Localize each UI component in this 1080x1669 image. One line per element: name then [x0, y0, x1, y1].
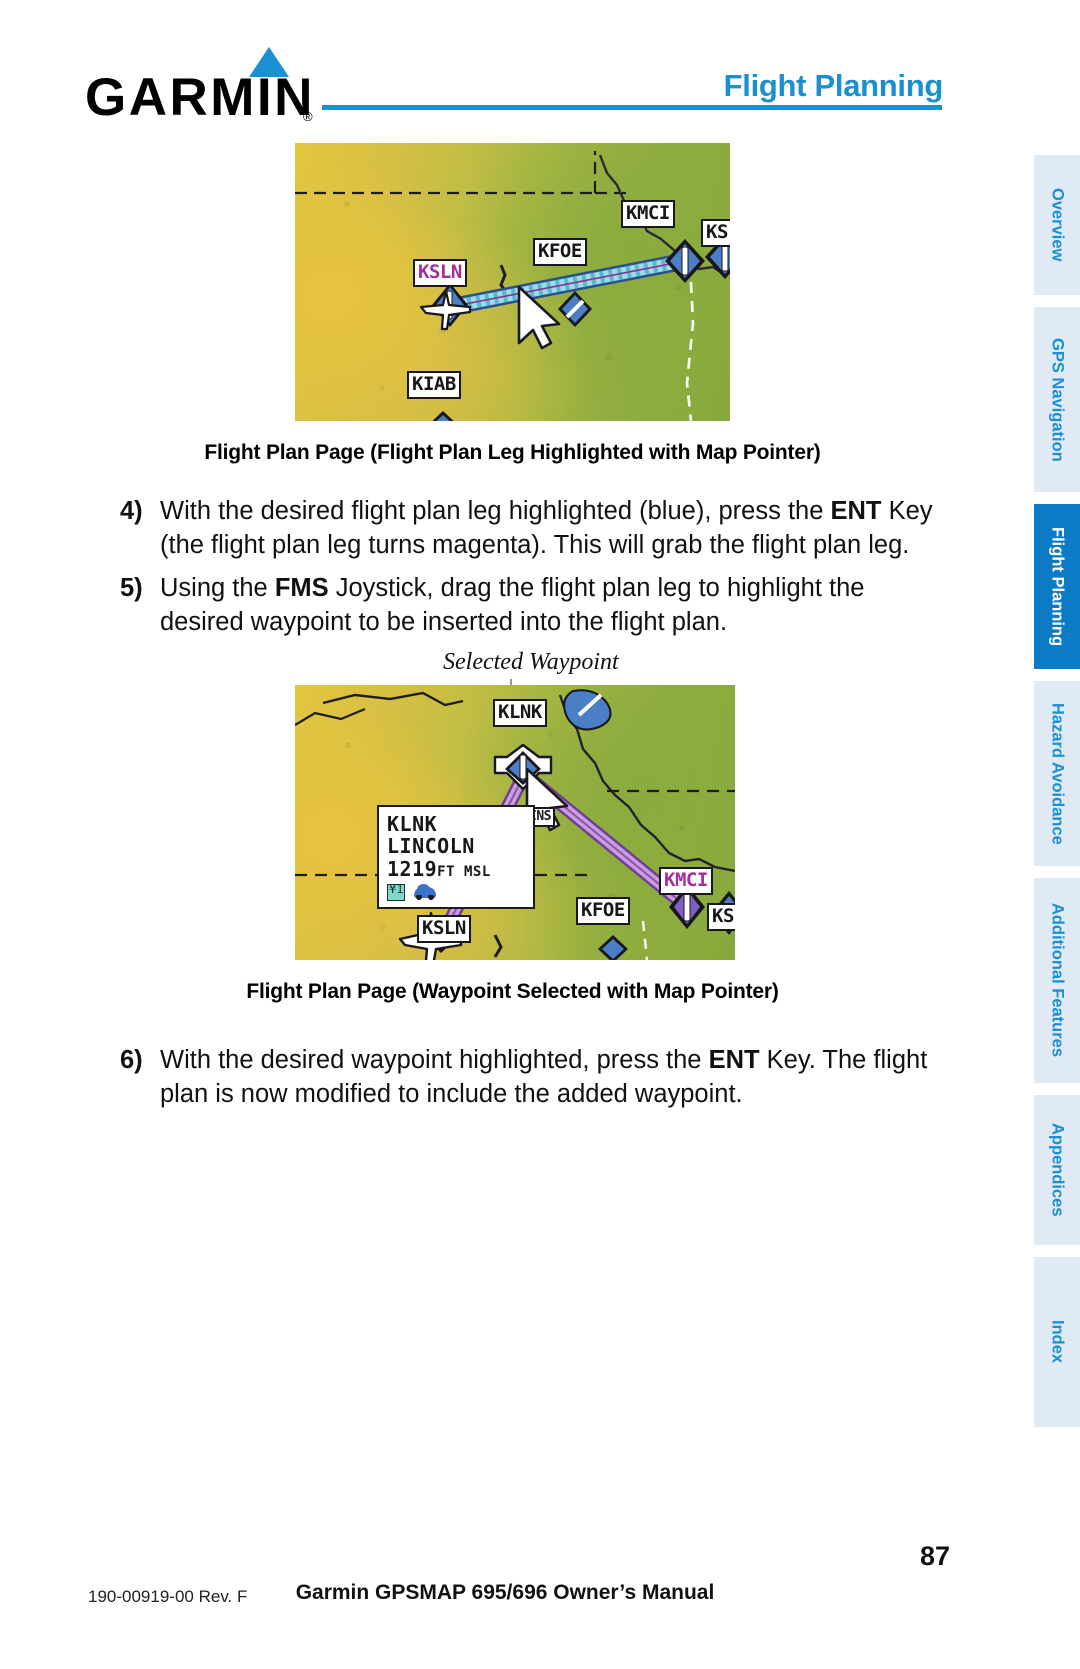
section-tab-rail: Overview GPS Navigation Flight Planning Haz…: [1022, 155, 1080, 1439]
step-4-text: With the desired flight plan leg highlig…: [160, 495, 936, 562]
section-tab-appendices[interactable]: Appendices: [1034, 1095, 1080, 1245]
key-name: FMS: [274, 574, 329, 602]
section-tab-label: GPS Navigation: [1048, 337, 1067, 462]
section-tab-gps-navigation[interactable]: GPS Navigation: [1034, 307, 1080, 492]
page-header: GARMIN ® Flight Planning: [0, 0, 1080, 130]
step-text-run: With the desired flight plan leg highlig…: [160, 497, 831, 525]
waypoint-label-kfoe-2: KFOE: [576, 897, 630, 925]
section-tab-hazard-avoidance[interactable]: Hazard Avoidance: [1034, 681, 1080, 866]
step-6: 6) With the desired waypoint highlighted…: [108, 1044, 938, 1111]
waypoint-label-ksln: KSLN: [413, 259, 467, 287]
waypoint-label-ks: KS: [701, 219, 730, 247]
airport-symbol-kfoe-2: [598, 935, 628, 960]
info-box-identifier: KLNK: [387, 812, 438, 836]
page-title: Flight Planning: [723, 68, 944, 103]
info-box-elevation: 1219FT MSL: [387, 858, 525, 881]
waypoint-label-kiab: KIAB: [407, 371, 461, 399]
waypoint-label-klnk: KLNK: [493, 699, 547, 727]
garmin-logo: GARMIN ®: [85, 47, 335, 127]
section-tab-label: Appendices: [1048, 1123, 1067, 1217]
section-tab-label: Additional Features: [1048, 903, 1067, 1058]
waypoint-label-kmci-2: KMCI: [659, 867, 713, 895]
elevation-unit: FT MSL: [437, 863, 491, 880]
map-vectors-1: [295, 151, 730, 421]
step-text-run: With the desired waypoint highlighted, p…: [160, 1046, 709, 1074]
step-5-text: Using the FMS Joystick, drag the flight …: [160, 572, 936, 639]
step-5-number: 5): [120, 574, 143, 602]
key-name: ENT: [830, 497, 882, 525]
section-tab-label: Index: [1048, 1320, 1067, 1364]
elevation-value: 1219: [387, 856, 438, 881]
step-text-run: Using the: [160, 574, 275, 602]
step-4-number: 4): [120, 497, 143, 525]
garmin-wordmark: GARMIN: [85, 68, 315, 127]
section-tab-overview[interactable]: Overview: [1034, 155, 1080, 295]
info-box-services: [387, 883, 525, 902]
key-name: ENT: [708, 1046, 760, 1074]
page-number: 87: [919, 1541, 950, 1571]
airport-symbol-kmci: [665, 239, 705, 283]
figure-1-caption: Flight Plan Page (Flight Plan Leg Highli…: [204, 441, 821, 464]
figure-2-caption: Flight Plan Page (Waypoint Selected with…: [246, 980, 779, 1003]
section-tab-flight-planning[interactable]: Flight Planning: [1034, 504, 1080, 669]
registered-trademark-icon: ®: [303, 109, 313, 124]
airport-symbol-kfoe: [558, 291, 592, 327]
figure-flight-plan-leg-highlighted: KMCI KFOE KSLN KIAB KS Flight Plan Page …: [204, 143, 821, 464]
step-5: 5) Using the FMS Joystick, drag the flig…: [108, 572, 936, 639]
section-tab-additional-features[interactable]: Additional Features: [1034, 878, 1080, 1083]
figure-waypoint-selected: Selected Waypoint KLNK INS KMCI KFOE KSL…: [246, 649, 779, 1003]
airport-symbol-kiab: [432, 411, 454, 421]
step-6-text: With the desired waypoint highlighted, p…: [160, 1044, 938, 1111]
food-icon: [387, 883, 405, 902]
page-footer: 190-00919-00 Rev. F Garmin GPSMAP 695/69…: [0, 1519, 1080, 1669]
waypoint-label-kmci: KMCI: [621, 200, 675, 228]
section-tab-index[interactable]: Index: [1034, 1257, 1080, 1427]
map-display-2[interactable]: KLNK INS KMCI KFOE KSLN KS KLNK LINCOLN …: [295, 685, 735, 960]
rental-car-icon: [414, 884, 436, 901]
step-6-number: 6): [120, 1046, 143, 1074]
section-tab-label: Overview: [1048, 188, 1067, 262]
section-tab-label: Hazard Avoidance: [1048, 702, 1067, 845]
info-box-name: LINCOLN: [387, 834, 475, 859]
header-divider: [322, 105, 942, 110]
selected-waypoint-callout-label: Selected Waypoint: [443, 649, 619, 675]
waypoint-label-kfoe: KFOE: [533, 238, 587, 266]
waypoint-info-box: KLNK LINCOLN 1219FT MSL: [377, 805, 535, 910]
step-4: 4) With the desired flight plan leg high…: [108, 495, 936, 562]
map-display-1[interactable]: KMCI KFOE KSLN KIAB KS: [295, 143, 730, 421]
waypoint-label-ksln-2: KSLN: [417, 915, 471, 943]
section-tab-label: Flight Planning: [1048, 526, 1067, 647]
manual-title: Garmin GPSMAP 695/696 Owner’s Manual: [295, 1581, 715, 1604]
waypoint-label-ks-2: KS: [707, 903, 735, 931]
